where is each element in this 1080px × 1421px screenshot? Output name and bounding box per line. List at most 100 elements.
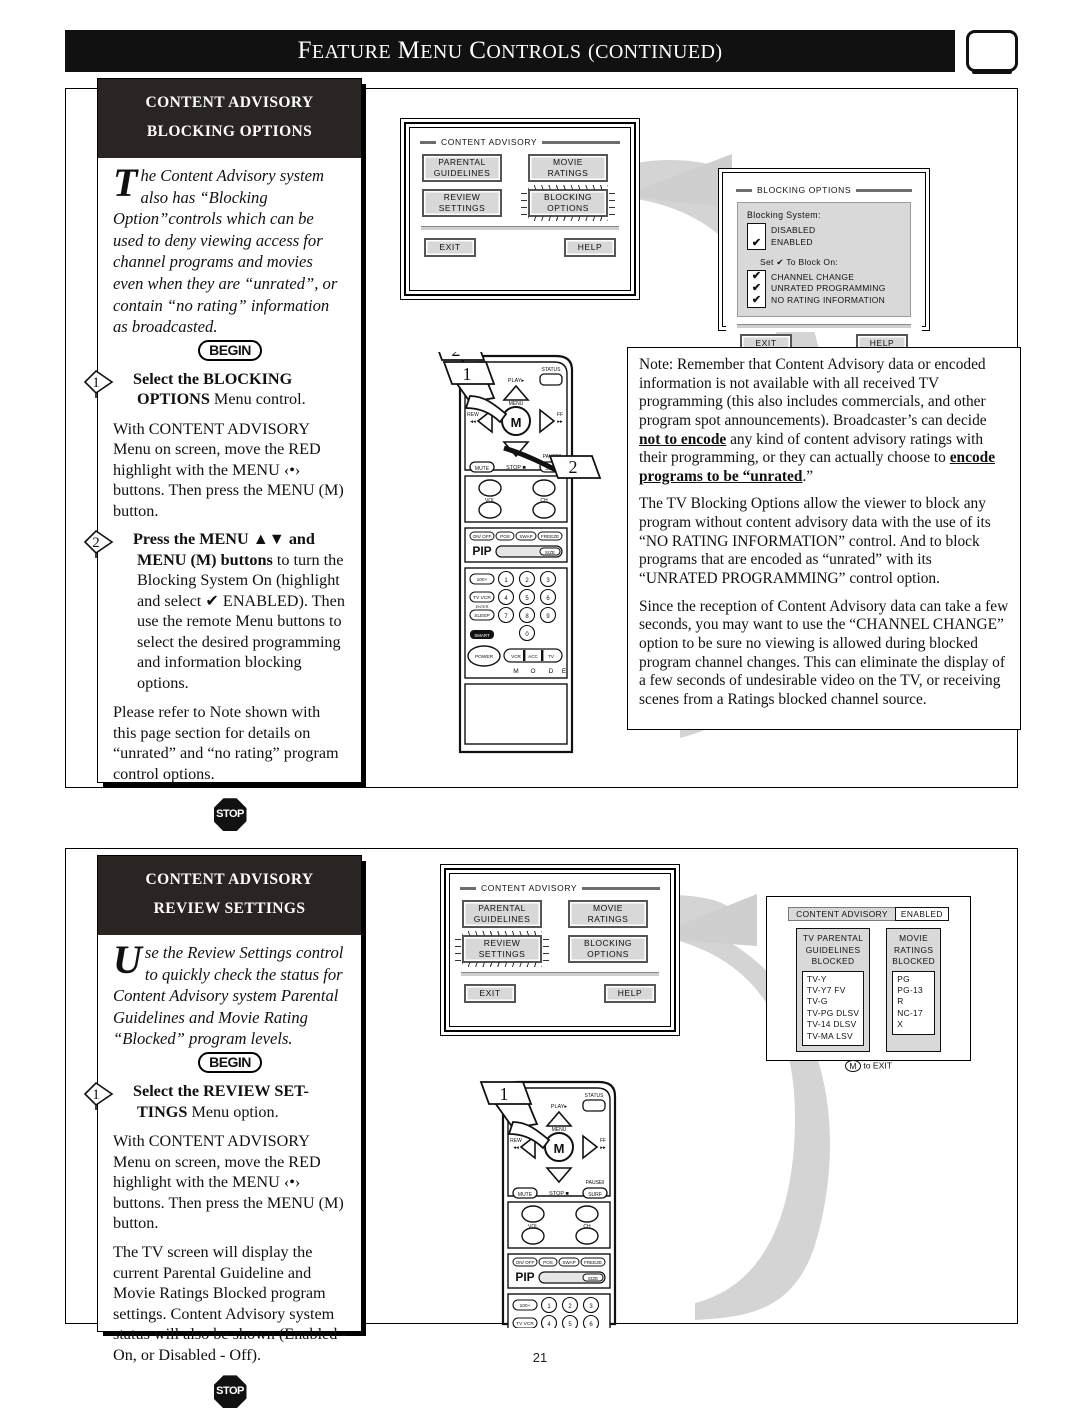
svg-text:SLEEP: SLEEP bbox=[474, 613, 489, 619]
svg-text:VOL: VOL bbox=[485, 498, 495, 504]
svg-text:PIP: PIP bbox=[472, 544, 491, 558]
callout-1-section2: 1 bbox=[500, 1084, 509, 1104]
svg-text:SURF: SURF bbox=[588, 1192, 602, 1198]
review-status-label: CONTENT ADVISORY bbox=[788, 907, 896, 921]
panel-header-review: CONTENT ADVISORY REVIEW SETTINGS bbox=[98, 856, 361, 935]
svg-text:PAUSE‖: PAUSE‖ bbox=[586, 1180, 605, 1186]
legend-bar-left bbox=[460, 886, 476, 890]
tv-col-head-3: BLOCKED bbox=[811, 956, 855, 966]
osd-button-review-settings[interactable]: REVIEW SETTINGS bbox=[422, 189, 502, 217]
osd-btn-line2: SETTINGS bbox=[438, 203, 486, 213]
movie-ratings-column: MOVIE RATINGS BLOCKED PG PG-13 R NC-17 X bbox=[886, 928, 942, 1052]
osd-btn-line2: GUIDELINES bbox=[473, 914, 531, 924]
svg-text:FF: FF bbox=[600, 1138, 606, 1144]
remote-menu-m-label: M bbox=[511, 415, 522, 430]
list-item: TV-MA LSV bbox=[806, 1030, 853, 1041]
option-no-rating-information[interactable]: NO RATING INFORMATION bbox=[771, 295, 885, 305]
legend-bar-left bbox=[420, 140, 436, 144]
osd-help-button[interactable]: HELP bbox=[604, 984, 656, 1003]
osd-btn-line2: RATINGS bbox=[547, 168, 589, 178]
osd-button-blocking-options[interactable]: BLOCKING OPTIONS bbox=[521, 185, 615, 221]
svg-text:M: M bbox=[513, 668, 518, 675]
selection-marks-right bbox=[609, 193, 615, 215]
osd-btn-line1: PARENTAL bbox=[478, 903, 526, 914]
step-1-review-text: Select the REVIEW SET-TINGS Menu option. bbox=[113, 1081, 347, 1122]
osd-button-blocking-options[interactable]: BLOCKING OPTIONS bbox=[568, 935, 648, 963]
tv-outline-icon bbox=[966, 30, 1018, 74]
osd-help-button[interactable]: HELP bbox=[564, 238, 616, 257]
osd-exit-button[interactable]: EXIT bbox=[424, 238, 476, 257]
blocking-system-label: Blocking System: bbox=[747, 210, 821, 220]
svg-text:STATUS: STATUS bbox=[542, 367, 562, 373]
panel-head-line-1: CONTENT ADVISORY bbox=[145, 871, 314, 888]
osd-btn-line1: BLOCKING bbox=[544, 192, 592, 203]
svg-text:E: E bbox=[562, 668, 567, 675]
step-2-rest: to turn the Blocking System On (highligh… bbox=[137, 550, 345, 692]
osd-button-review-settings[interactable]: REVIEW SETTINGS bbox=[455, 931, 549, 967]
osd-btn-line1: REVIEW bbox=[443, 192, 481, 203]
list-item: TV-Y bbox=[806, 973, 827, 984]
svg-text:◂◂: ◂◂ bbox=[513, 1145, 519, 1151]
step-1-review: 1 Select the REVIEW SET-TINGS Menu optio… bbox=[83, 1081, 347, 1122]
svg-text:STOP ■: STOP ■ bbox=[506, 465, 526, 471]
svg-text:◂◂: ◂◂ bbox=[470, 419, 476, 425]
osd-legend-2: BLOCKING OPTIONS bbox=[726, 185, 922, 195]
menu-m-icon: M bbox=[844, 1059, 861, 1072]
stop-badge-review: STOP bbox=[113, 1375, 347, 1409]
list-item: X bbox=[897, 1019, 904, 1030]
osd-btn-line1: PARENTAL bbox=[438, 157, 486, 168]
svg-text:100+: 100+ bbox=[520, 1303, 531, 1309]
option-enabled[interactable]: ENABLED bbox=[771, 237, 813, 247]
osd-button-grid-2: PARENTAL GUIDELINES MOVIE RATINGS REVIEW… bbox=[450, 893, 670, 967]
blocking-system-group: ✔ DISABLED ENABLED bbox=[747, 223, 902, 250]
svg-text:POS: POS bbox=[500, 534, 510, 539]
option-channel-change[interactable]: CHANNEL CHANGE bbox=[771, 272, 886, 284]
checkbox-column-system[interactable]: ✔ bbox=[747, 223, 766, 250]
paragraph-review-2: The TV screen will display the current P… bbox=[113, 1243, 347, 1364]
legend-text: CONTENT ADVISORY bbox=[481, 883, 578, 893]
tv-parental-guidelines-column: TV PARENTAL GUIDELINES BLOCKED TV-Y TV-Y… bbox=[795, 928, 871, 1052]
svg-text:100+: 100+ bbox=[477, 577, 488, 583]
svg-text:FF: FF bbox=[557, 412, 563, 418]
panel-head-line-2: BLOCKING OPTIONS bbox=[146, 123, 313, 141]
checkbox-column-block-on[interactable]: ✔ ✔ ✔ bbox=[747, 270, 766, 308]
list-item: PG bbox=[897, 973, 910, 984]
block-on-group: ✔ ✔ ✔ CHANNEL CHANGE UNRATED PROGRAMMING… bbox=[747, 270, 902, 308]
osd-button-movie-ratings[interactable]: MOVIE RATINGS bbox=[528, 154, 608, 182]
panel-review-settings: CONTENT ADVISORY REVIEW SETTINGS Use the… bbox=[83, 855, 362, 1409]
svg-text:D: D bbox=[549, 668, 554, 675]
step-2-text: Press the MENU ▲▼ and MENU (M) buttons t… bbox=[113, 529, 347, 693]
osd-btn-line1: MOVIE bbox=[553, 157, 583, 168]
osd-button-parental-guidelines[interactable]: PARENTAL GUIDELINES bbox=[462, 900, 542, 928]
check-mark-channel-change: ✔ bbox=[751, 270, 762, 283]
svg-text:CH: CH bbox=[583, 1224, 591, 1230]
svg-text:MENU: MENU bbox=[552, 1127, 567, 1133]
option-unrated-programming[interactable]: UNRATED PROGRAMMING bbox=[771, 283, 886, 295]
svg-text:O: O bbox=[530, 668, 535, 675]
option-disabled[interactable]: DISABLED bbox=[771, 225, 815, 237]
panel-header-blocking: CONTENT ADVISORY BLOCKING OPTIONS bbox=[98, 79, 361, 158]
note-run: Note: Remember that Content Advisory dat… bbox=[639, 356, 987, 429]
legend-bar-left bbox=[736, 188, 752, 192]
svg-text:ENTER: ENTER bbox=[476, 605, 489, 609]
note-run-bold: not to encode bbox=[639, 430, 727, 448]
osd-exit-button[interactable]: EXIT bbox=[464, 984, 516, 1003]
begin-label: BEGIN bbox=[198, 340, 262, 361]
svg-text:CH: CH bbox=[540, 498, 548, 504]
blocking-options-panel: Blocking System: ✔ DISABLED ENABLED Set … bbox=[737, 202, 911, 317]
panel-head-line-1: CONTENT ADVISORY bbox=[145, 94, 314, 111]
osd-review-settings-screen: CONTENT ADVISORY ENABLED TV PARENTAL GUI… bbox=[766, 896, 971, 1072]
callout-2-bottom: 2 bbox=[569, 457, 578, 477]
begin-badge-review: BEGIN bbox=[113, 1052, 347, 1074]
svg-text:FREEZE: FREEZE bbox=[541, 534, 559, 539]
check-mark-unrated: ✔ bbox=[751, 282, 762, 295]
svg-text:SMART: SMART bbox=[474, 633, 490, 638]
osd-legend-3: CONTENT ADVISORY bbox=[450, 883, 670, 893]
svg-text:POWER: POWER bbox=[475, 654, 494, 660]
osd-button-parental-guidelines[interactable]: PARENTAL GUIDELINES bbox=[422, 154, 502, 182]
osd-btn-line1: REVIEW bbox=[483, 938, 521, 949]
osd-button-movie-ratings[interactable]: MOVIE RATINGS bbox=[568, 900, 648, 928]
legend-bar-right bbox=[542, 140, 620, 144]
review-exit-hint: M to EXIT bbox=[767, 1059, 970, 1072]
step-2-blocking: 2 Press the MENU ▲▼ and MENU (M) buttons… bbox=[83, 529, 347, 693]
